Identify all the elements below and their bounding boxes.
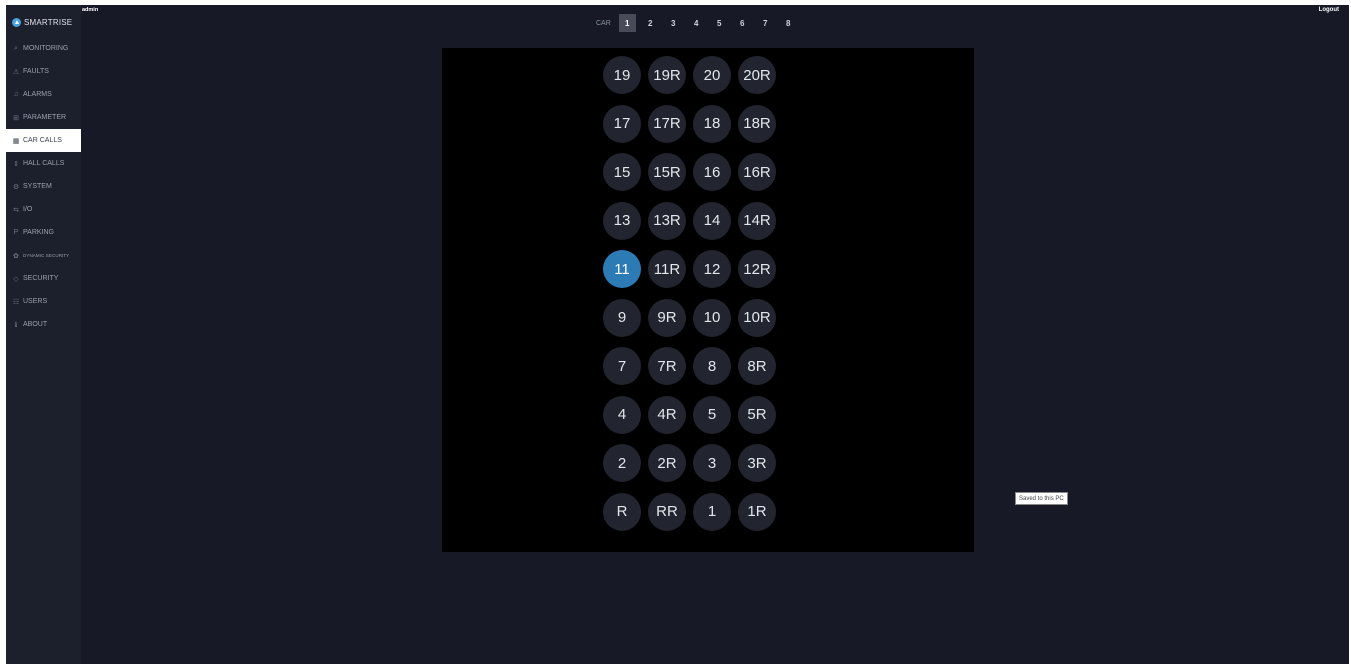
parking-icon: P [13,229,19,236]
floor-button-1r[interactable]: 1R [738,492,776,531]
dynamic-security-icon: ✿ [13,252,19,260]
floor-button-13r[interactable]: 13R [648,201,686,240]
current-user: admin [82,7,99,13]
sidebar-item-label: DYNAMIC SECURITY [23,253,70,258]
sidebar-item-i-o[interactable]: ⇆ I/O [6,198,81,221]
search-icon: ⌕ [14,44,18,52]
sidebar-item-parking[interactable]: P PARKING [6,221,81,244]
car-calls-icon: ▦ [12,137,20,145]
io-icon: ⇆ [13,206,19,214]
floor-button-12[interactable]: 12 [693,250,731,288]
sidebar-item-label: I/O [23,206,33,213]
floor-button-5r[interactable]: 5R [738,395,776,434]
floor-button-3[interactable]: 3 [693,444,731,482]
floor-button-2[interactable]: 2 [603,444,641,482]
floor-call-panel: 19 19R 20 20R 17 17R 18 18R 15 15R 16 16R 13 13R 14 14R… [442,48,974,552]
sidebar-item-about[interactable]: ℹ ABOUT [6,313,81,336]
sidebar-item-hall-calls[interactable]: ⇕ HALL CALLS [6,152,81,175]
floor-button-2r[interactable]: 2R [648,444,686,482]
floor-button-rr[interactable]: RR [648,492,686,531]
floor-button-10[interactable]: 10 [693,298,731,337]
brand-logo[interactable]: SMARTRISE [12,15,72,29]
sidebar-item-label: HALL CALLS [23,160,65,167]
brand-name: SMARTRISE [24,17,73,27]
sidebar-item-faults[interactable]: ⚠ FAULTS [6,60,81,83]
floor-button-10r[interactable]: 10R [738,298,776,337]
system-icon: ⚙ [12,183,20,191]
sidebar-item-system[interactable]: ⚙ SYSTEM [6,175,81,198]
sidebar-item-label: MONITORING [23,45,69,52]
sidebar-item-label: SYSTEM [23,183,52,190]
info-icon: ℹ [14,321,18,329]
sidebar-item-parameter[interactable]: ⊞ PARAMETER [6,106,81,129]
sidebar-item-label: ABOUT [23,321,48,328]
floor-button-8[interactable]: 8 [693,347,731,385]
floor-button-8r[interactable]: 8R [738,347,776,385]
car-tab-5[interactable]: 5 [711,14,728,32]
floor-button-15r[interactable]: 15R [648,153,686,191]
floor-button-7r[interactable]: 7R [648,347,686,385]
parameter-icon: ⊞ [13,114,19,122]
sidebar-item-alarms[interactable]: ♫ ALARMS [6,83,81,106]
floor-button-9r[interactable]: 9R [648,298,686,337]
floor-button-16[interactable]: 16 [693,153,731,191]
floor-button-19r[interactable]: 19R [648,56,686,94]
floor-button-20r[interactable]: 20R [738,56,776,94]
floor-button-1[interactable]: 1 [693,492,731,531]
floor-button-4[interactable]: 4 [603,395,641,434]
floor-button-18[interactable]: 18 [693,104,731,143]
floor-button-14[interactable]: 14 [693,201,731,240]
floor-button-12r[interactable]: 12R [738,250,776,288]
sidebar-item-label: CAR CALLS [23,137,62,144]
floor-button-5[interactable]: 5 [693,395,731,434]
car-tab-1[interactable]: 1 [618,14,636,32]
hall-calls-icon: ⇕ [13,160,19,168]
car-tab-2[interactable]: 2 [642,14,659,32]
sidebar-item-label: PARKING [23,229,54,236]
car-tab-4[interactable]: 4 [688,14,705,32]
sidebar-item-dynamic-security[interactable]: ✿ DYNAMIC SECURITY [6,244,81,267]
sidebar-item-label: FAULTS [23,68,49,75]
car-tab-3[interactable]: 3 [665,14,682,32]
car-tab-6[interactable]: 6 [734,14,751,32]
warning-icon: ⚠ [12,68,20,76]
floor-button-20[interactable]: 20 [693,56,731,94]
sidebar-nav: ⌕ MONITORING ⚠ FAULTS ♫ ALARMS ⊞ PARAMETER ▦ CAR … [6,37,81,336]
sidebar-item-users[interactable]: ☷ USERS [6,290,81,313]
sidebar-item-label: ALARMS [23,91,52,98]
users-icon: ☷ [12,298,20,306]
shield-icon: ◇ [13,275,19,283]
car-selector: CAR 12345678 [596,13,803,33]
floor-button-7[interactable]: 7 [603,347,641,385]
floor-button-18r[interactable]: 18R [738,104,776,143]
sidebar-item-label: SECURITY [23,275,59,282]
sidebar: SMARTRISE ⌕ MONITORING ⚠ FAULTS ♫ ALARMS ⊞ PARA… [6,5,81,664]
floor-button-9[interactable]: 9 [603,298,641,337]
floor-button-11[interactable]: 11 [603,250,641,288]
floor-button-17r[interactable]: 17R [648,104,686,143]
sidebar-item-security[interactable]: ◇ SECURITY [6,267,81,290]
sidebar-item-label: PARAMETER [23,114,67,121]
sidebar-item-label: USERS [23,298,48,305]
floor-button-15[interactable]: 15 [603,153,641,191]
car-tab-8[interactable]: 8 [780,14,797,32]
floor-button-13[interactable]: 13 [603,201,641,240]
floor-button-14r[interactable]: 14R [738,201,776,240]
car-selector-label: CAR [596,19,611,27]
floor-button-11r[interactable]: 11R [648,250,686,288]
saved-tooltip: Saved to this PC [1015,492,1068,505]
floor-button-17[interactable]: 17 [603,104,641,143]
sidebar-item-monitoring[interactable]: ⌕ MONITORING [6,37,81,60]
floor-button-19[interactable]: 19 [603,56,641,94]
car-tab-7[interactable]: 7 [757,14,774,32]
floor-button-r[interactable]: R [603,492,641,531]
sidebar-item-car-calls[interactable]: ▦ CAR CALLS [6,129,81,152]
floor-button-3r[interactable]: 3R [738,444,776,482]
floor-button-4r[interactable]: 4R [648,395,686,434]
floor-button-16r[interactable]: 16R [738,153,776,191]
smartrise-logo-icon [12,17,21,27]
bell-icon: ♫ [13,91,19,98]
logout-button[interactable]: Logout [1319,7,1339,13]
